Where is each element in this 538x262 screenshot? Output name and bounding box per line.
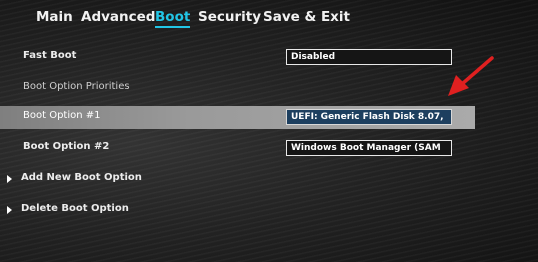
triangle-right-icon	[7, 206, 12, 214]
red-arrow-icon	[448, 56, 494, 96]
triangle-right-icon	[7, 175, 12, 183]
add-new-boot-option-row[interactable]: Add New Boot Option	[0, 168, 538, 190]
fast-boot-label: Fast Boot	[23, 50, 77, 61]
boot-option-2-value[interactable]: Windows Boot Manager (SAM	[286, 140, 452, 156]
tab-main[interactable]: Main	[36, 9, 73, 25]
tab-security[interactable]: Security	[198, 9, 261, 25]
boot-option-1-value[interactable]: UEFI: Generic Flash Disk 8.07,	[286, 109, 452, 125]
tab-bar: Main Advanced Boot Security Save & Exit	[0, 0, 538, 34]
boot-option-priorities-label: Boot Option Priorities	[23, 81, 130, 92]
tab-save-exit[interactable]: Save & Exit	[263, 9, 350, 25]
tab-boot[interactable]: Boot	[155, 9, 191, 28]
fast-boot-value[interactable]: Disabled	[286, 49, 452, 65]
delete-boot-option-label: Delete Boot Option	[21, 203, 129, 214]
delete-boot-option-row[interactable]: Delete Boot Option	[0, 199, 538, 221]
boot-option-1-label: Boot Option #1	[23, 110, 101, 121]
boot-option-2-label: Boot Option #2	[23, 141, 110, 152]
tab-advanced[interactable]: Advanced	[81, 9, 155, 25]
boot-option-2-row[interactable]: Boot Option #2 Windows Boot Manager (SAM	[0, 137, 538, 159]
add-new-boot-option-label: Add New Boot Option	[21, 172, 142, 183]
boot-option-1-row[interactable]: Boot Option #1 UEFI: Generic Flash Disk …	[0, 106, 475, 129]
